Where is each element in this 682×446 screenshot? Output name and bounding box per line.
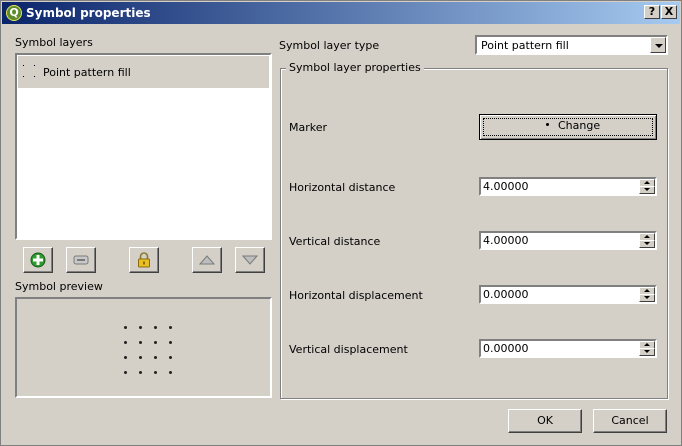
point-pattern-thumbnail-icon <box>22 64 36 78</box>
spin-down-icon[interactable] <box>639 294 655 302</box>
arrow-up-icon <box>199 255 215 265</box>
cancel-button[interactable]: Cancel <box>593 409 667 433</box>
spin-down-icon[interactable] <box>639 186 655 194</box>
symbol-layers-list[interactable]: Point pattern fill <box>15 53 272 240</box>
chevron-down-icon[interactable] <box>650 37 666 53</box>
symbol-preview-label: Symbol preview <box>15 280 103 293</box>
symbol-properties-dialog: Q Symbol properties ? X Symbol layers Po… <box>0 0 682 446</box>
move-down-button[interactable] <box>235 247 265 273</box>
ok-button[interactable]: OK <box>508 409 582 433</box>
minus-icon <box>73 255 89 265</box>
vertical-displacement-value: 0.00000 <box>483 342 529 355</box>
vertical-displacement-label: Vertical displacement <box>289 343 408 356</box>
title-bar: Q Symbol properties ? X <box>2 2 680 24</box>
remove-layer-button[interactable] <box>66 247 96 273</box>
spin-arrows <box>639 233 655 248</box>
vertical-displacement-spinbox[interactable]: 0.00000 <box>479 339 657 358</box>
window-title: Symbol properties <box>26 6 151 20</box>
change-marker-button[interactable]: Change <box>479 114 657 140</box>
vertical-distance-value: 4.00000 <box>483 234 529 247</box>
layer-type-value: Point pattern fill <box>481 39 569 52</box>
spin-down-icon[interactable] <box>639 348 655 356</box>
group-title: Symbol layer properties <box>286 61 424 74</box>
symbol-preview <box>15 297 272 398</box>
spin-down-icon[interactable] <box>639 240 655 248</box>
spin-arrows <box>639 179 655 194</box>
plus-circle-icon <box>30 252 46 268</box>
horizontal-displacement-label: Horizontal displacement <box>289 289 423 302</box>
move-up-button[interactable] <box>192 247 222 273</box>
lock-icon <box>138 252 150 268</box>
horizontal-distance-value: 4.00000 <box>483 180 529 193</box>
marker-label: Marker <box>289 121 328 134</box>
vertical-distance-spinbox[interactable]: 4.00000 <box>479 231 657 250</box>
spin-arrows <box>639 287 655 302</box>
symbol-layer-item[interactable]: Point pattern fill <box>18 56 269 88</box>
lock-layer-button[interactable] <box>129 247 159 273</box>
help-button[interactable]: ? <box>644 5 660 19</box>
add-layer-button[interactable] <box>23 247 53 273</box>
change-label: Change <box>558 119 601 132</box>
spin-arrows <box>639 341 655 356</box>
vertical-distance-label: Vertical distance <box>289 235 381 248</box>
symbol-layer-label: Point pattern fill <box>43 66 131 79</box>
horizontal-displacement-spinbox[interactable]: 0.00000 <box>479 285 657 304</box>
arrow-down-icon <box>242 255 258 265</box>
horizontal-distance-label: Horizontal distance <box>289 181 396 194</box>
qgis-app-icon: Q <box>6 5 22 21</box>
horizontal-displacement-value: 0.00000 <box>483 288 529 301</box>
close-button[interactable]: X <box>661 5 677 19</box>
horizontal-distance-spinbox[interactable]: 4.00000 <box>479 177 657 196</box>
symbol-layers-label: Symbol layers <box>15 36 93 49</box>
layer-type-label: Symbol layer type <box>279 39 380 52</box>
layer-type-select[interactable]: Point pattern fill <box>475 35 668 55</box>
marker-preview-icon <box>546 123 549 126</box>
